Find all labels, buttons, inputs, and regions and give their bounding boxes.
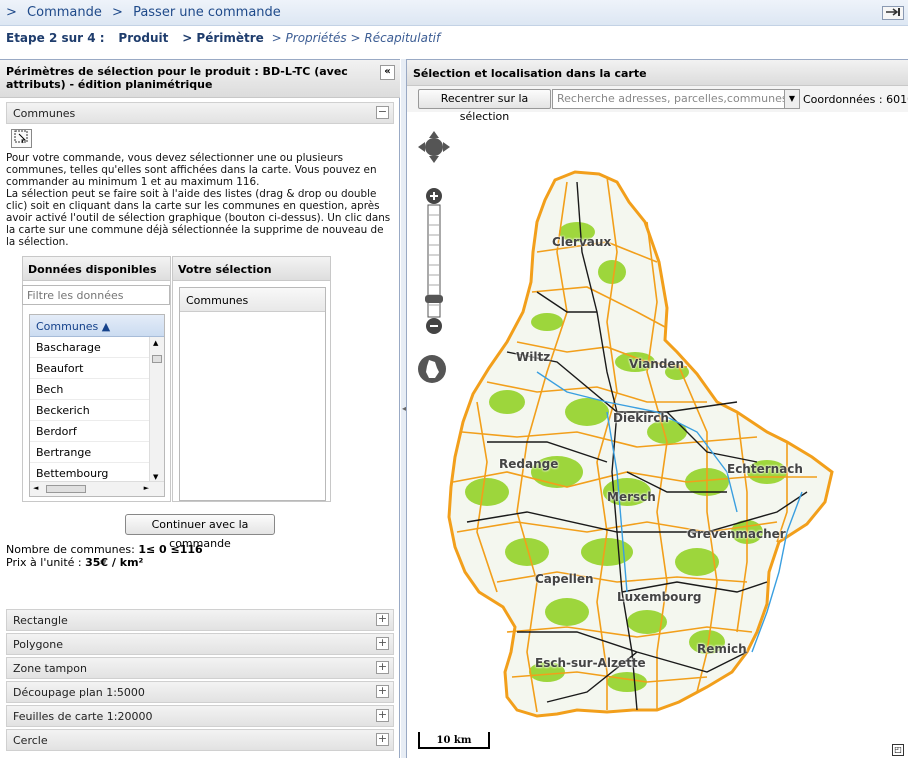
town-label: Echternach (727, 462, 803, 476)
plus-icon[interactable]: + (376, 709, 389, 722)
section-label: Découpage plan 1:5000 (13, 686, 145, 699)
list-vertical-scrollbar[interactable]: ▲ ▼ (149, 337, 164, 483)
town-label: Luxembourg (617, 590, 702, 604)
communes-section-header[interactable]: Communes − (6, 102, 394, 124)
town-label: Clervaux (552, 235, 612, 249)
section-rectangle[interactable]: Rectangle + (6, 609, 394, 631)
selection-column-header[interactable]: Communes (180, 288, 325, 312)
scale-bar: 10 km (418, 732, 490, 749)
map-canvas[interactable]: Clervaux Wiltz Vianden Diekirch Redange Echte… (407, 112, 908, 758)
list-item[interactable]: Bech (30, 379, 164, 400)
top-bar: > Commande > Passer une commande (0, 0, 908, 26)
section-feuilles-de-carte-1-20000[interactable]: Feuilles de carte 1:20000 + (6, 705, 394, 727)
section-zone-tampon[interactable]: Zone tampon + (6, 657, 394, 679)
section-polygone[interactable]: Polygone + (6, 633, 394, 655)
section-label: Rectangle (13, 614, 68, 627)
list-item[interactable]: Bascharage (30, 337, 164, 358)
your-selection-header: Votre sélection (173, 257, 330, 281)
coordinates-readout: Coordonnées : 60100 (803, 93, 908, 106)
map-panel: Sélection et localisation dans la carte … (407, 59, 908, 758)
breadcrumb-passer-commande[interactable]: Passer une commande (133, 5, 281, 20)
filter-input[interactable] (22, 285, 170, 305)
town-label: Wiltz (516, 350, 551, 364)
panel-title-text: Périmètres de sélection pour le produit … (6, 65, 348, 91)
price-label: Prix à l'unité : (6, 556, 82, 569)
breadcrumb-commande[interactable]: Commande (27, 5, 102, 20)
order-stats: Nombre de communes: 1≤ 0 ≤116 Prix à l'u… (6, 543, 203, 569)
selection-list[interactable]: Communes (179, 287, 326, 501)
town-label: Remich (697, 642, 747, 656)
recenter-button[interactable]: Recentrer sur la sélection (418, 89, 551, 123)
world-view-icon[interactable] (417, 354, 447, 384)
overview-map-toggle-icon[interactable]: ◰ (892, 744, 904, 756)
plus-icon[interactable]: + (376, 613, 389, 626)
step-proprietes: > Propriétés (271, 31, 347, 45)
panel-title: Périmètres de sélection pour le produit … (0, 60, 400, 98)
breadcrumb: > Commande > Passer une commande (6, 5, 287, 20)
list-horizontal-scrollbar[interactable]: ◄ ► (30, 481, 164, 496)
list-item[interactable]: Beckerich (30, 400, 164, 421)
list-item[interactable]: Bertrange (30, 442, 164, 463)
plus-icon[interactable]: + (376, 661, 389, 674)
breadcrumb-separator: > (112, 5, 123, 20)
list-item[interactable]: Berdorf (30, 421, 164, 442)
section-label: Feuilles de carte 1:20000 (13, 710, 153, 723)
plus-icon[interactable]: + (376, 637, 389, 650)
section-label: Polygone (13, 638, 63, 651)
section-d-coupage-plan-1-5000[interactable]: Découpage plan 1:5000 + (6, 681, 394, 703)
continue-order-button[interactable]: Continuer avec la commande (125, 514, 275, 550)
town-label: Vianden (629, 357, 685, 371)
zoom-slider[interactable] (424, 187, 444, 335)
selection-tool-icon[interactable] (11, 129, 32, 148)
description-paragraph-2: La sélection peut se faire soit à l'aide… (6, 188, 391, 248)
exit-arrow-icon[interactable] (882, 6, 904, 20)
step-label: Etape 2 sur 4 : (6, 31, 105, 45)
communes-section-title: Communes (13, 107, 76, 120)
pan-control-icon[interactable] (417, 130, 451, 164)
map-toolbar: Recentrer sur la sélection Recherche adr… (407, 86, 908, 123)
luxembourg-country-shape (447, 170, 834, 718)
step-perimetre: > Périmètre (182, 31, 264, 45)
step-recapitulatif: > Récapitulatif (350, 31, 441, 45)
step-produit[interactable]: Produit (118, 31, 168, 45)
section-label: Zone tampon (13, 662, 87, 675)
available-data-header: Données disponibles (23, 257, 170, 281)
map-panel-title: Sélection et localisation dans la carte (407, 60, 908, 86)
plus-icon[interactable]: + (376, 733, 389, 746)
step-indicator: Etape 2 sur 4 : Produit > Périmètre > Pr… (6, 31, 440, 45)
available-communes-list: Communes ▲ Bascharage Beaufort Bech Beckeri… (29, 314, 165, 497)
section-label: Cercle (13, 734, 48, 747)
town-label: Mersch (607, 490, 656, 504)
count-value: 1≤ 0 ≤116 (138, 543, 203, 556)
list-item[interactable]: Beaufort (30, 358, 164, 379)
town-label: Grevenmacher (687, 527, 786, 541)
chevron-down-icon[interactable]: ▼ (784, 89, 800, 109)
communes-description: Pour votre commande, vous devez sélectio… (6, 152, 391, 248)
communes-collapse-toggle[interactable]: − (376, 106, 389, 119)
address-search-input[interactable]: Recherche adresses, parcelles,communes, … (552, 89, 785, 109)
town-label: Redange (499, 457, 559, 471)
town-label: Capellen (535, 572, 594, 586)
town-label: Diekirch (613, 411, 669, 425)
price-value: 35€ / km² (85, 556, 144, 569)
communes-column-header[interactable]: Communes ▲ (30, 315, 164, 337)
collapse-panel-button[interactable]: « (380, 65, 395, 80)
count-label: Nombre de communes: (6, 543, 135, 556)
breadcrumb-separator: > (6, 5, 17, 20)
section-cercle[interactable]: Cercle + (6, 729, 394, 751)
your-selection-panel: Votre sélection Communes (172, 256, 331, 502)
plus-icon[interactable]: + (376, 685, 389, 698)
town-label: Esch-sur-Alzette (535, 656, 646, 670)
description-paragraph-1: Pour votre commande, vous devez sélectio… (6, 152, 377, 188)
